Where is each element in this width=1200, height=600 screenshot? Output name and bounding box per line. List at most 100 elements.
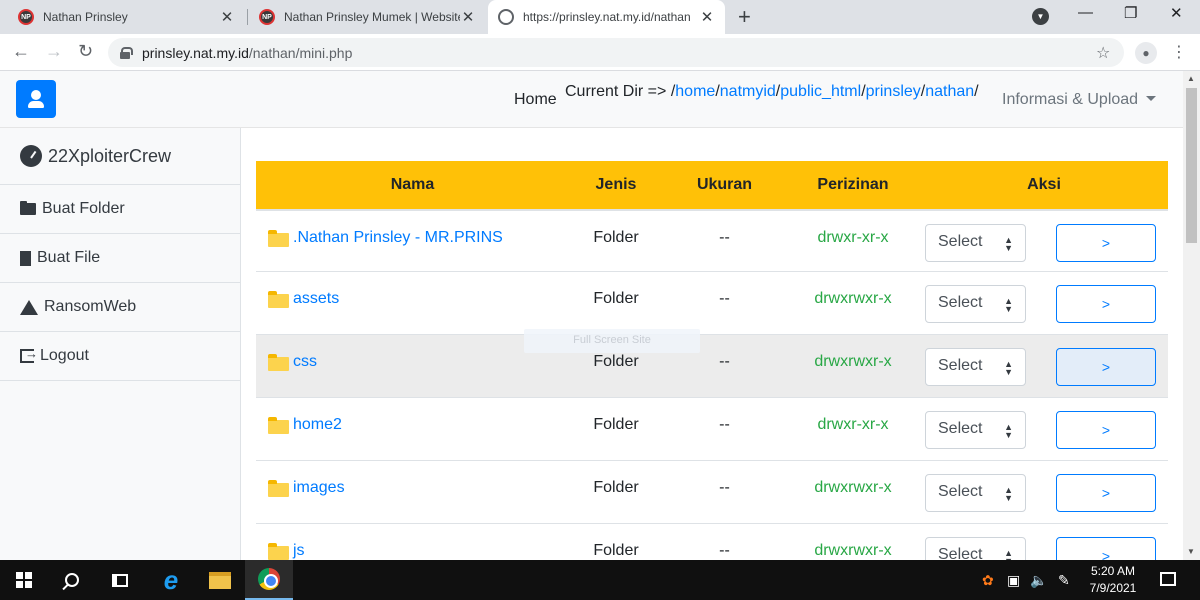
nav-home-link[interactable]: Home xyxy=(514,91,557,109)
back-arrow-icon[interactable]: ← xyxy=(12,41,30,62)
network-icon[interactable]: ▣ xyxy=(1007,572,1020,589)
sidebar: 22XploiterCrew Buat Folder Buat File Ran… xyxy=(0,128,241,560)
action-go-button[interactable]: > xyxy=(1056,537,1156,560)
row-size: -- xyxy=(719,290,730,307)
browser-tab-1[interactable]: NP Nathan Prinsley ✕ xyxy=(8,0,245,34)
new-tab-plus-icon[interactable]: + xyxy=(738,4,751,30)
bookmark-star-icon[interactable]: ☆ xyxy=(1096,43,1110,63)
forward-arrow-icon[interactable]: → xyxy=(45,41,63,62)
action-go-button[interactable]: > xyxy=(1056,411,1156,449)
scrollbar-thumb[interactable] xyxy=(1186,88,1197,243)
site-favicon-icon: NP xyxy=(259,9,275,25)
header-ukuran: Ukuran xyxy=(696,176,753,193)
taskbar-file-explorer[interactable] xyxy=(196,560,244,600)
browser-menu-icon[interactable]: ⋮ xyxy=(1171,42,1187,62)
folder-icon xyxy=(268,230,289,247)
pen-icon[interactable]: ✎ xyxy=(1058,572,1070,589)
scroll-up-arrow-icon[interactable]: ▲ xyxy=(1187,74,1195,83)
action-select[interactable]: Select▲▼ xyxy=(925,348,1026,386)
folder-name-link[interactable]: js xyxy=(293,542,305,560)
path-part-link[interactable]: public_html xyxy=(780,83,861,100)
task-view-button[interactable] xyxy=(96,560,144,600)
chrome-icon xyxy=(258,568,280,590)
action-select[interactable]: Select▲▼ xyxy=(925,474,1026,512)
page-scrollbar[interactable]: ▲ ▼ xyxy=(1183,71,1200,560)
action-go-button[interactable]: > xyxy=(1056,285,1156,323)
tab-close-icon[interactable]: ✕ xyxy=(460,8,476,26)
notifications-icon[interactable] xyxy=(1160,572,1176,586)
taskbar-clock[interactable]: 5:20 AM 7/9/2021 xyxy=(1088,563,1138,597)
action-select[interactable]: Select▲▼ xyxy=(925,537,1026,560)
tab-search-dropdown-icon[interactable]: ▼ xyxy=(1032,8,1049,25)
folder-name-link[interactable]: images xyxy=(293,479,345,523)
select-arrows-icon: ▲▼ xyxy=(1004,485,1013,503)
sign-out-icon xyxy=(20,346,38,363)
caret-down-icon xyxy=(1146,96,1157,101)
path-part-link[interactable]: prinsley xyxy=(866,83,921,100)
address-bar[interactable]: prinsley.nat.my.id/nathan/mini.php xyxy=(108,38,1124,67)
sidebar-brand[interactable]: 22XploiterCrew xyxy=(0,128,240,185)
volume-icon[interactable]: 🔈 xyxy=(1030,572,1047,589)
task-view-icon xyxy=(112,573,128,587)
clock-date: 7/9/2021 xyxy=(1089,581,1137,595)
folder-name-link[interactable]: css xyxy=(293,353,317,397)
select-arrows-icon: ▲▼ xyxy=(1004,235,1013,253)
path-part-link[interactable]: natmyid xyxy=(720,83,776,100)
tab-close-icon[interactable]: ✕ xyxy=(699,8,715,26)
action-go-button[interactable]: > xyxy=(1056,474,1156,512)
browser-toolbar: ← → ↻ prinsley.nat.my.id/nathan/mini.php… xyxy=(0,34,1200,71)
header-nama: Nama xyxy=(390,176,435,193)
folder-icon xyxy=(268,480,289,497)
browser-tab-active[interactable]: https://prinsley.nat.my.id/nathan ✕ xyxy=(488,0,725,34)
table-row: home2 Folder -- drwxr-xr-x Select ▲ ▼ > xyxy=(256,398,1168,461)
row-size: -- xyxy=(719,416,730,433)
tab-title: Nathan Prinsley xyxy=(43,10,128,24)
reload-icon[interactable]: ↻ xyxy=(78,41,93,62)
row-type: Folder xyxy=(593,479,639,496)
sidebar-item-buat-folder[interactable]: Buat Folder xyxy=(0,185,240,234)
table-row: .Nathan Prinsley - MR.PRINS Folder -- dr… xyxy=(256,209,1168,272)
header-jenis: Jenis xyxy=(595,176,637,193)
taskbar-ie[interactable]: e xyxy=(147,560,195,600)
action-go-button[interactable]: > xyxy=(1056,348,1156,386)
sidebar-item-ransomweb[interactable]: RansomWeb xyxy=(0,283,240,332)
restore-icon[interactable]: ❐ xyxy=(1124,4,1137,22)
folder-name-link[interactable]: .Nathan Prinsley - MR.PRINS xyxy=(293,229,503,271)
tray-app-icon[interactable]: ✿ xyxy=(982,572,994,589)
row-size: -- xyxy=(719,542,730,559)
path-part-link[interactable]: home xyxy=(675,83,715,100)
browser-tab-bar: NP Nathan Prinsley ✕ NP Nathan Prinsley … xyxy=(0,0,1200,34)
scroll-down-arrow-icon[interactable]: ▼ xyxy=(1187,547,1195,556)
action-select[interactable]: Select▲▼ xyxy=(925,285,1026,323)
fullscreen-hint-tooltip: Full Screen Site xyxy=(524,329,700,353)
sidebar-item-logout[interactable]: Logout xyxy=(0,332,240,381)
folder-open-icon xyxy=(20,201,36,215)
user-toggle-button[interactable] xyxy=(16,80,56,118)
folder-name-link[interactable]: home2 xyxy=(293,416,342,460)
action-select[interactable]: Select▲▼ xyxy=(925,224,1026,262)
site-favicon-icon: NP xyxy=(18,9,34,25)
row-type: Folder xyxy=(593,542,639,559)
profile-avatar-icon[interactable]: ● xyxy=(1135,42,1157,64)
window-close-icon[interactable]: ✕ xyxy=(1170,4,1183,22)
header-perizinan: Perizinan xyxy=(817,176,889,193)
warning-icon xyxy=(20,299,38,315)
folder-icon xyxy=(268,291,289,308)
tab-divider xyxy=(247,9,248,25)
start-button[interactable] xyxy=(0,560,48,600)
minimize-icon[interactable]: — xyxy=(1078,4,1093,21)
tab-close-icon[interactable]: ✕ xyxy=(219,8,235,26)
table-row: css Folder -- drwxrwxr-x Select ▲ ▼ > xyxy=(256,335,1168,398)
path-part-link[interactable]: nathan xyxy=(925,83,974,100)
action-go-button[interactable]: > xyxy=(1056,224,1156,262)
browser-tab-2[interactable]: NP Nathan Prinsley Mumek | Website ✕ xyxy=(249,0,486,34)
current-dir-label: Current Dir => xyxy=(565,83,667,100)
taskbar-chrome[interactable] xyxy=(245,560,293,600)
select-arrows-icon: ▲▼ xyxy=(1004,296,1013,314)
folder-name-link[interactable]: assets xyxy=(293,290,339,334)
action-select[interactable]: Select▲▼ xyxy=(925,411,1026,449)
row-permission: drwxr-xr-x xyxy=(817,416,889,433)
info-upload-dropdown[interactable]: Informasi & Upload xyxy=(1002,91,1157,109)
sidebar-item-buat-file[interactable]: Buat File xyxy=(0,234,240,283)
taskbar-search-button[interactable] xyxy=(48,560,96,600)
